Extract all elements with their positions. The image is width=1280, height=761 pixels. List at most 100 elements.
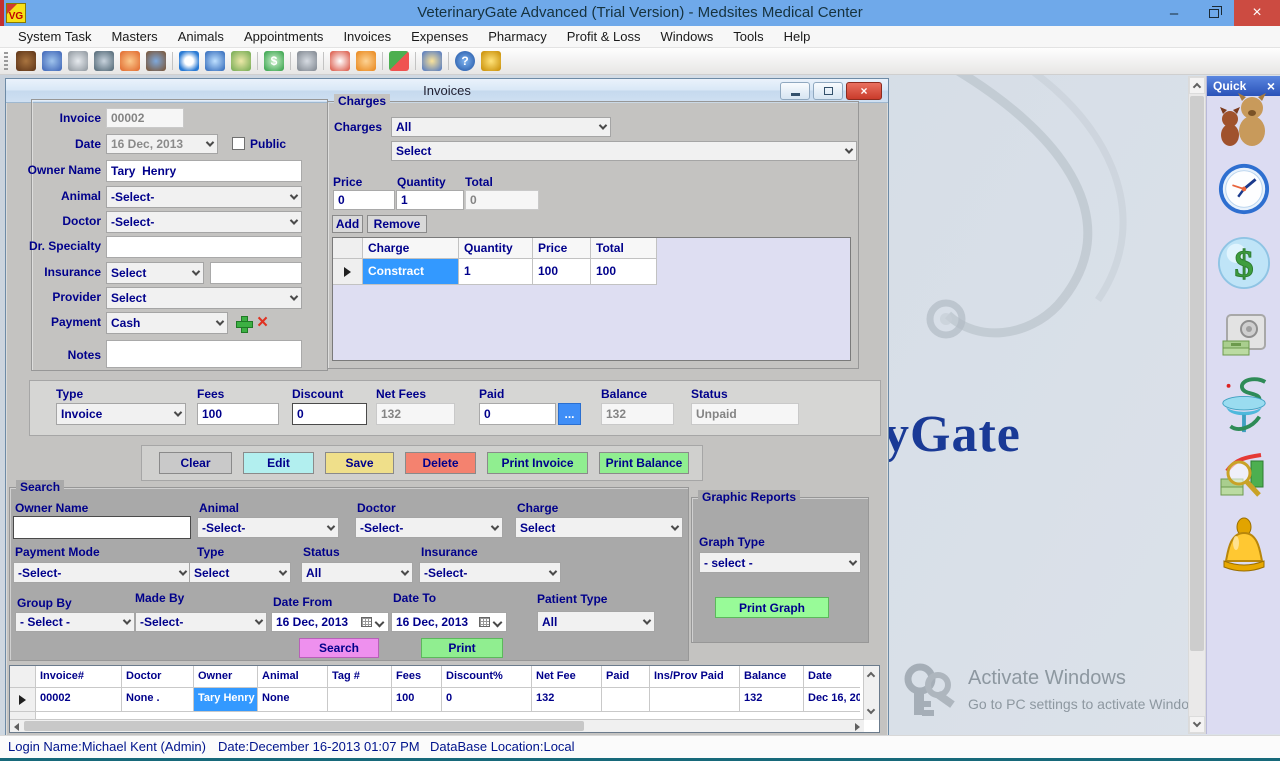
menu-appointments[interactable]: Appointments: [234, 26, 334, 48]
livestock-icon[interactable]: [146, 51, 166, 71]
menu-system-task[interactable]: System Task: [8, 26, 101, 48]
workspace-scrollbar[interactable]: [1188, 76, 1206, 734]
toolbar-grip[interactable]: [4, 52, 8, 70]
search-doctor-select[interactable]: -Select-: [355, 517, 503, 538]
paid-field[interactable]: [479, 403, 556, 425]
invoice-date-select[interactable]: 16 Dec, 2013: [106, 134, 218, 154]
search-print-button[interactable]: Print: [421, 638, 503, 658]
results-grid-row[interactable]: 00002 None . Tary Henry None 100 0 132 1…: [10, 688, 879, 712]
made-by-select[interactable]: -Select-: [135, 612, 267, 632]
search-type-select[interactable]: Select: [189, 562, 291, 583]
provider-select[interactable]: Select: [106, 287, 302, 309]
date-from-picker[interactable]: 16 Dec, 2013: [271, 612, 389, 632]
insurance-number-field[interactable]: [210, 262, 302, 284]
invoice-number-field[interactable]: [106, 108, 184, 128]
cell-netfee[interactable]: 132: [532, 688, 602, 712]
date-to-picker[interactable]: 16 Dec, 2013: [391, 612, 507, 632]
reports-icon[interactable]: [389, 51, 409, 71]
type-select[interactable]: Invoice: [56, 403, 186, 425]
graph-type-select[interactable]: - select -: [699, 552, 861, 573]
owners-icon[interactable]: [42, 51, 62, 71]
restore-button[interactable]: [1194, 0, 1234, 26]
menu-animals[interactable]: Animals: [168, 26, 234, 48]
cell-paid[interactable]: [602, 688, 650, 712]
add-payment-icon[interactable]: [235, 315, 251, 331]
print-graph-button[interactable]: Print Graph: [715, 597, 829, 618]
notes-field[interactable]: [106, 340, 302, 368]
cell-price[interactable]: 100: [533, 259, 591, 285]
group-by-select[interactable]: - Select -: [15, 612, 135, 632]
insurance-select[interactable]: Select: [106, 262, 204, 284]
net-fees-field[interactable]: [376, 403, 455, 425]
expenses-icon[interactable]: [297, 51, 317, 71]
cell-charge[interactable]: Constract: [363, 259, 459, 285]
payment-mode-select[interactable]: -Select-: [13, 562, 191, 583]
results-grid-vscrollbar[interactable]: [863, 666, 879, 720]
pharmacy-bowl-icon[interactable]: [1217, 376, 1271, 440]
help-icon[interactable]: ?: [455, 51, 475, 71]
animals-icon[interactable]: [16, 51, 36, 71]
cell-invoice[interactable]: 00002: [36, 688, 122, 712]
dr-specialty-field[interactable]: [106, 236, 302, 258]
cell-date[interactable]: Dec 16, 20: [804, 688, 860, 712]
menu-masters[interactable]: Masters: [101, 26, 167, 48]
menu-windows[interactable]: Windows: [650, 26, 723, 48]
search-owner-field[interactable]: [13, 516, 191, 539]
lab-icon[interactable]: [94, 51, 114, 71]
scroll-down-button[interactable]: [1189, 716, 1205, 733]
clock-icon[interactable]: [1217, 160, 1271, 218]
print-balance-button[interactable]: Print Balance: [599, 452, 689, 474]
search-charge-select[interactable]: Select: [515, 517, 683, 538]
total-field[interactable]: [465, 190, 539, 210]
doctor-select[interactable]: -Select-: [106, 211, 302, 233]
invoices-icon[interactable]: [231, 51, 251, 71]
cell-balance[interactable]: 132: [740, 688, 804, 712]
add-charge-button[interactable]: Add: [332, 215, 363, 233]
child-close-button[interactable]: ×: [846, 82, 882, 100]
save-button[interactable]: Save: [325, 452, 394, 474]
remove-charge-button[interactable]: Remove: [367, 215, 427, 233]
scroll-up-button[interactable]: [1189, 77, 1205, 94]
status-field[interactable]: [691, 403, 799, 425]
discount-field[interactable]: [292, 403, 367, 425]
cell-tag[interactable]: [328, 688, 392, 712]
owner-name-field[interactable]: [106, 160, 302, 182]
close-button[interactable]: ×: [1234, 0, 1280, 26]
search-animal-select[interactable]: -Select-: [197, 517, 339, 538]
results-grid-hscrollbar[interactable]: [10, 719, 864, 732]
payment-select[interactable]: Cash: [106, 312, 228, 334]
remove-payment-icon[interactable]: ×: [257, 315, 268, 331]
quantity-field[interactable]: [396, 190, 464, 210]
price-field[interactable]: [333, 190, 395, 210]
menu-invoices[interactable]: Invoices: [333, 26, 401, 48]
menu-pharmacy[interactable]: Pharmacy: [478, 26, 557, 48]
cell-owner[interactable]: Tary Henry: [194, 688, 258, 712]
appointments-icon[interactable]: [179, 51, 199, 71]
pets-icon[interactable]: [1217, 90, 1271, 148]
payments-icon[interactable]: $: [264, 51, 284, 71]
prescription-icon[interactable]: [120, 51, 140, 71]
billing-icon[interactable]: $: [1217, 234, 1271, 292]
menu-profit-loss[interactable]: Profit & Loss: [557, 26, 651, 48]
grooming-icon[interactable]: [68, 51, 88, 71]
search-insurance-select[interactable]: -Select-: [419, 562, 561, 583]
search-button[interactable]: Search: [299, 638, 379, 658]
refresh-icon[interactable]: [356, 51, 376, 71]
delete-button[interactable]: Delete: [405, 452, 476, 474]
animal-select[interactable]: -Select-: [106, 186, 302, 208]
clear-button[interactable]: Clear: [159, 452, 232, 474]
cell-insprov[interactable]: [650, 688, 740, 712]
charges-filter-select[interactable]: All: [391, 117, 611, 137]
patient-type-select[interactable]: All: [537, 611, 655, 632]
charges-grid-row[interactable]: Constract 1 100 100: [333, 259, 850, 285]
hscroll-thumb[interactable]: [24, 721, 584, 731]
public-checkbox[interactable]: [232, 137, 245, 150]
paid-browse-button[interactable]: ...: [558, 403, 581, 425]
report-chart-icon[interactable]: [1217, 450, 1271, 504]
cell-doctor[interactable]: None .: [122, 688, 194, 712]
scrollbar-thumb[interactable]: [1190, 96, 1204, 651]
reminders-icon[interactable]: [481, 51, 501, 71]
edit-button[interactable]: Edit: [243, 452, 314, 474]
child-restore-button[interactable]: [813, 82, 843, 100]
cell-discount[interactable]: 0: [442, 688, 532, 712]
